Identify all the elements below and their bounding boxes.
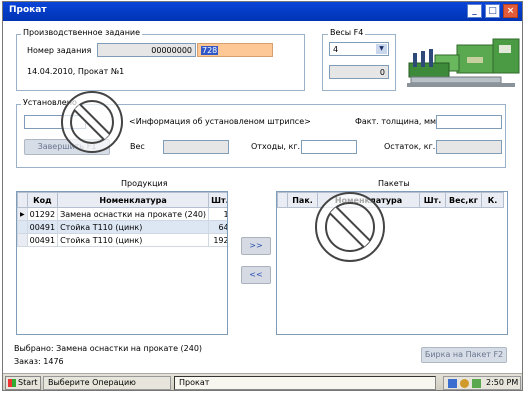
order-number-label: Номер задания xyxy=(27,46,92,55)
product-code: 00491 xyxy=(26,220,59,234)
product-qty: 192 xyxy=(208,233,227,247)
window-title: Прокат xyxy=(9,5,47,15)
product-code: 00491 xyxy=(26,233,59,247)
start-button[interactable]: Start xyxy=(5,376,41,390)
products-title: Продукция xyxy=(119,179,170,188)
clock[interactable]: 2:50 PM xyxy=(486,377,518,389)
products-col-code[interactable]: Код xyxy=(26,192,59,208)
order-number-field[interactable]: 00000000 xyxy=(97,43,196,57)
actual-thickness-label: Факт. толщина, мм. xyxy=(355,117,439,126)
table-row[interactable]: 00491 Стойка Т110 (цинк) 192 xyxy=(17,233,227,247)
order-date-line: 14.04.2010, Прокат №1 xyxy=(27,67,125,76)
product-name: Стойка Т110 (цинк) xyxy=(57,220,210,234)
maximize-button[interactable]: □ xyxy=(485,4,500,18)
client-area: Производственное задание Номер задания 0… xyxy=(3,21,522,373)
move-right-button[interactable]: >> xyxy=(241,237,271,255)
selected-info: Выбрано: Замена оснастки на прокате (240… xyxy=(14,344,203,353)
scales-group-title: Весы F4 xyxy=(328,28,366,37)
move-left-button[interactable]: << xyxy=(241,266,271,284)
strip-info-text: <Информация об установленом штрипсе> xyxy=(129,117,311,126)
product-qty: 64 xyxy=(208,220,227,234)
order-number-suffix: 728 xyxy=(201,46,219,55)
screen: Прокат _ □ × Производственное задание Но… xyxy=(2,1,523,391)
start-label: Start xyxy=(18,378,38,387)
weight-label: Вес xyxy=(130,142,145,151)
packages-indicator-header xyxy=(277,192,288,208)
close-button[interactable]: × xyxy=(503,4,518,18)
product-code: 01292 xyxy=(26,207,59,221)
packages-title: Пакеты xyxy=(376,179,412,188)
task-button-operation[interactable]: Выберите Операцию xyxy=(43,376,171,390)
product-qty: 1 xyxy=(208,207,227,221)
table-row[interactable]: 00491 Стойка Т110 (цинк) 64 xyxy=(17,220,227,234)
volume-icon[interactable] xyxy=(460,379,469,388)
tray-app-icon[interactable] xyxy=(472,379,481,388)
products-col-qty[interactable]: Шт. xyxy=(208,192,227,208)
products-indicator-header xyxy=(17,192,28,208)
tag-package-button[interactable]: Бирка на Пакет F2 xyxy=(421,347,507,363)
remainder-label: Остаток, кг. xyxy=(384,142,436,151)
task-button-prokat[interactable]: Прокат xyxy=(174,376,436,390)
waste-input[interactable] xyxy=(301,140,357,154)
scales-weight-field: 0 xyxy=(329,65,389,79)
order-number-suffix-field[interactable]: 728 xyxy=(197,43,273,57)
products-grid[interactable]: Код Номенклатура Шт. ▶ 01292 Замена осна… xyxy=(16,191,228,335)
system-tray: 2:50 PM xyxy=(443,376,521,390)
weight-field xyxy=(163,140,229,154)
order-info: Заказ: 1476 xyxy=(14,357,64,366)
row-indicator-icon: ▶ xyxy=(17,207,28,221)
scales-select-value: 4 xyxy=(333,45,339,54)
rolling-mill-image xyxy=(403,33,521,97)
packages-col-qty[interactable]: Шт. xyxy=(419,192,446,208)
minimize-button[interactable]: _ xyxy=(467,4,482,18)
network-icon[interactable] xyxy=(448,379,457,388)
product-name: Стойка Т110 (цинк) xyxy=(57,233,210,247)
order-group-title: Производственное задание xyxy=(21,28,143,37)
packages-col-k[interactable]: К. xyxy=(481,192,504,208)
table-row[interactable]: ▶ 01292 Замена оснастки на прокате (240)… xyxy=(17,207,227,221)
scales-select[interactable]: 4 ▼ xyxy=(329,42,389,56)
chevron-down-icon[interactable]: ▼ xyxy=(376,44,387,54)
window-titlebar: Прокат _ □ × xyxy=(3,2,522,21)
waste-label: Отходы, кг. xyxy=(251,142,301,151)
remainder-field xyxy=(436,140,502,154)
taskbar: Start Выберите Операцию Прокат 2:50 PM xyxy=(3,373,522,390)
windows-logo-icon xyxy=(8,379,16,387)
products-col-name[interactable]: Номенклатура xyxy=(57,192,210,208)
actual-thickness-input[interactable] xyxy=(436,115,502,129)
packages-col-weight[interactable]: Вес,кг xyxy=(445,192,482,208)
prohibited-sign-icon xyxy=(61,91,123,153)
prohibited-sign-icon xyxy=(315,192,385,262)
product-name: Замена оснастки на прокате (240) xyxy=(57,207,210,221)
